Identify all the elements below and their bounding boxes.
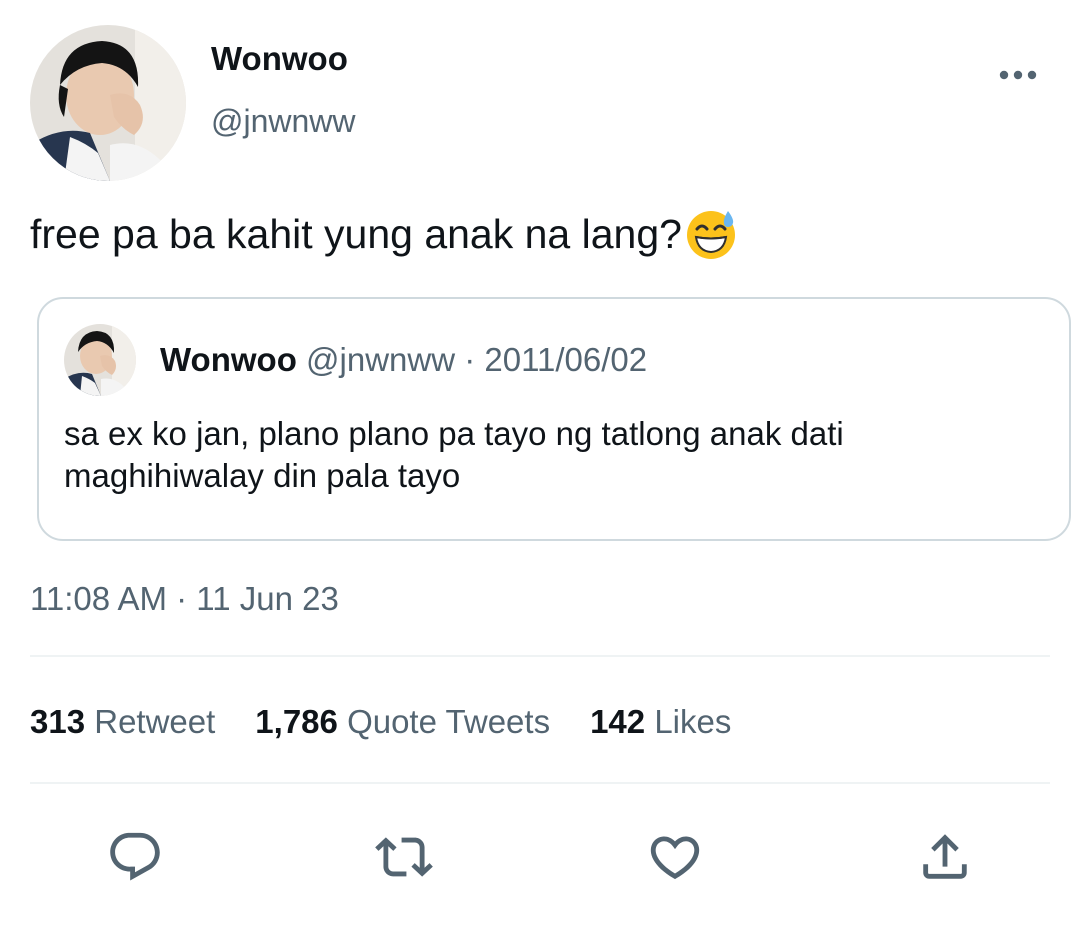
likes-label: Likes <box>654 703 732 740</box>
more-options-button[interactable] <box>990 55 1046 95</box>
author-display-name[interactable]: Wonwoo <box>211 40 348 78</box>
quoted-author-name: Wonwoo <box>160 341 297 378</box>
retweet-icon <box>375 837 433 877</box>
grinning-face-with-sweat-icon <box>684 207 738 261</box>
author-handle[interactable]: @jnwnww <box>211 103 356 140</box>
reply-button[interactable] <box>100 822 170 892</box>
retweets-stat[interactable]: 313 Retweet <box>30 703 215 741</box>
quoted-author-avatar <box>64 324 136 396</box>
divider <box>30 782 1050 784</box>
quote-tweets-count: 1,786 <box>255 703 338 740</box>
share-button[interactable] <box>910 822 980 892</box>
more-dots-icon <box>999 70 1037 80</box>
quoted-tweet-line: maghihiwalay din pala tayo <box>64 457 461 494</box>
retweets-label: Retweet <box>94 703 216 740</box>
quote-tweets-label: Quote Tweets <box>347 703 551 740</box>
like-button[interactable] <box>640 822 710 892</box>
divider <box>30 655 1050 657</box>
quoted-tweet-header: Wonwoo @jnwnww · 2011/06/02 <box>160 341 647 379</box>
retweets-count: 313 <box>30 703 86 740</box>
quote-tweets-stat[interactable]: 1,786 Quote Tweets <box>255 703 550 741</box>
heart-icon <box>650 836 700 880</box>
tweet-stats: 313 Retweet 1,786 Quote Tweets 142 Likes <box>30 703 771 741</box>
quoted-tweet-text: sa ex ko jan, plano plano pa tayo ng tat… <box>64 413 1044 497</box>
quoted-author-meta: @jnwnww · 2011/06/02 <box>306 341 648 378</box>
quoted-tweet-card[interactable]: Wonwoo @jnwnww · 2011/06/02 sa ex ko jan… <box>37 297 1071 541</box>
tweet-text: free pa ba kahit yung anak na lang? <box>30 207 738 261</box>
tweet-timestamp[interactable]: 11:08 AM · 11 Jun 23 <box>30 580 339 618</box>
likes-stat[interactable]: 142 Likes <box>590 703 731 741</box>
tweet-text-content: free pa ba kahit yung anak na lang? <box>30 210 682 257</box>
retweet-button[interactable] <box>369 822 439 892</box>
likes-count: 142 <box>590 703 646 740</box>
reply-icon <box>110 832 160 881</box>
author-avatar[interactable] <box>30 25 186 181</box>
quoted-tweet-line: sa ex ko jan, plano plano pa tayo ng tat… <box>64 415 844 452</box>
share-icon <box>923 834 967 879</box>
